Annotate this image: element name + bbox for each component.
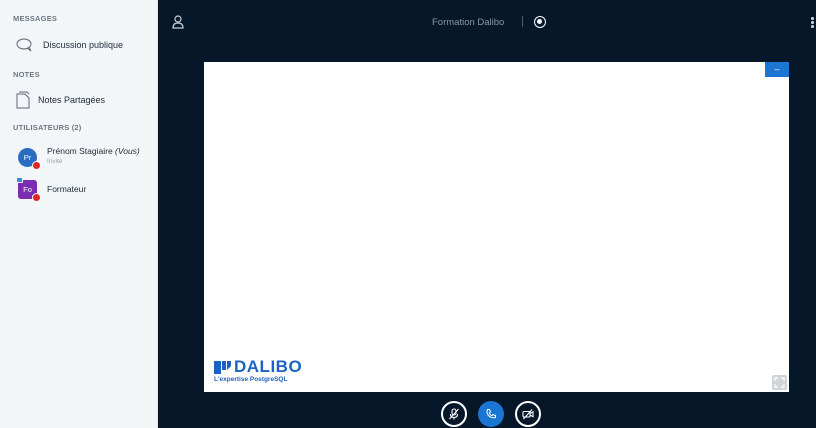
logo-text: DALIBO	[234, 357, 303, 376]
public-chat-label: Discussion publique	[43, 40, 124, 50]
dalibo-logo-mark-icon	[214, 360, 231, 374]
microphone-toggle-button[interactable]	[441, 401, 467, 427]
title-divider	[522, 16, 523, 27]
presenter-icon	[16, 177, 23, 183]
audio-leave-button[interactable]	[478, 401, 504, 427]
user-role: Invité	[47, 158, 63, 165]
user-list-item[interactable]: Pr Prénom Stagiaire (Vous) Invité	[18, 146, 140, 170]
user-name: Formateur	[47, 184, 87, 194]
avatar: Pr	[18, 148, 41, 170]
options-menu-icon[interactable]	[811, 17, 814, 29]
presentation-slide: – DALIBO L'expertise PostgreSQL	[204, 62, 789, 392]
chat-icon	[16, 38, 32, 52]
phone-icon	[486, 409, 496, 419]
fullscreen-button[interactable]	[772, 375, 787, 390]
avatar-initials: Pr	[23, 153, 32, 162]
media-controls	[441, 401, 541, 427]
user-list-item[interactable]: Fo Formateur	[16, 177, 87, 202]
camera-toggle-button[interactable]	[515, 401, 541, 427]
users-section-title: UTILISATEURS (2)	[13, 123, 82, 132]
muted-status-icon	[32, 161, 41, 170]
sidebar: MESSAGES Discussion publique NOTES Notes…	[0, 0, 158, 428]
record-icon[interactable]	[534, 16, 546, 28]
meeting-title: Formation Dalibo	[432, 17, 505, 28]
avatar: Fo	[16, 177, 41, 202]
presentation-area: Formation Dalibo – DALIBO L'expertise Po…	[158, 0, 816, 428]
notes-section-title: NOTES	[13, 70, 40, 79]
shared-notes-label: Notes Partagées	[38, 95, 106, 105]
public-chat-item[interactable]: Discussion publique	[16, 38, 123, 52]
fullscreen-icon	[774, 377, 785, 388]
user-name-text: Prénom Stagiaire	[47, 146, 113, 156]
logo-tagline: L'expertise PostgreSQL	[214, 376, 288, 383]
you-suffix: (Vous)	[115, 146, 140, 156]
notes-icon	[16, 91, 30, 109]
camera-off-icon	[522, 409, 534, 420]
messages-section-title: MESSAGES	[13, 14, 58, 23]
user-list-toggle-icon[interactable]	[172, 15, 184, 29]
minimize-presentation-button[interactable]: –	[765, 62, 789, 77]
muted-status-icon	[32, 193, 41, 202]
avatar-initials: Fo	[23, 185, 32, 194]
dalibo-logo: DALIBO L'expertise PostgreSQL	[214, 357, 303, 383]
microphone-muted-icon	[449, 408, 459, 420]
shared-notes-item[interactable]: Notes Partagées	[16, 91, 105, 109]
user-name: Prénom Stagiaire (Vous)	[47, 146, 140, 156]
